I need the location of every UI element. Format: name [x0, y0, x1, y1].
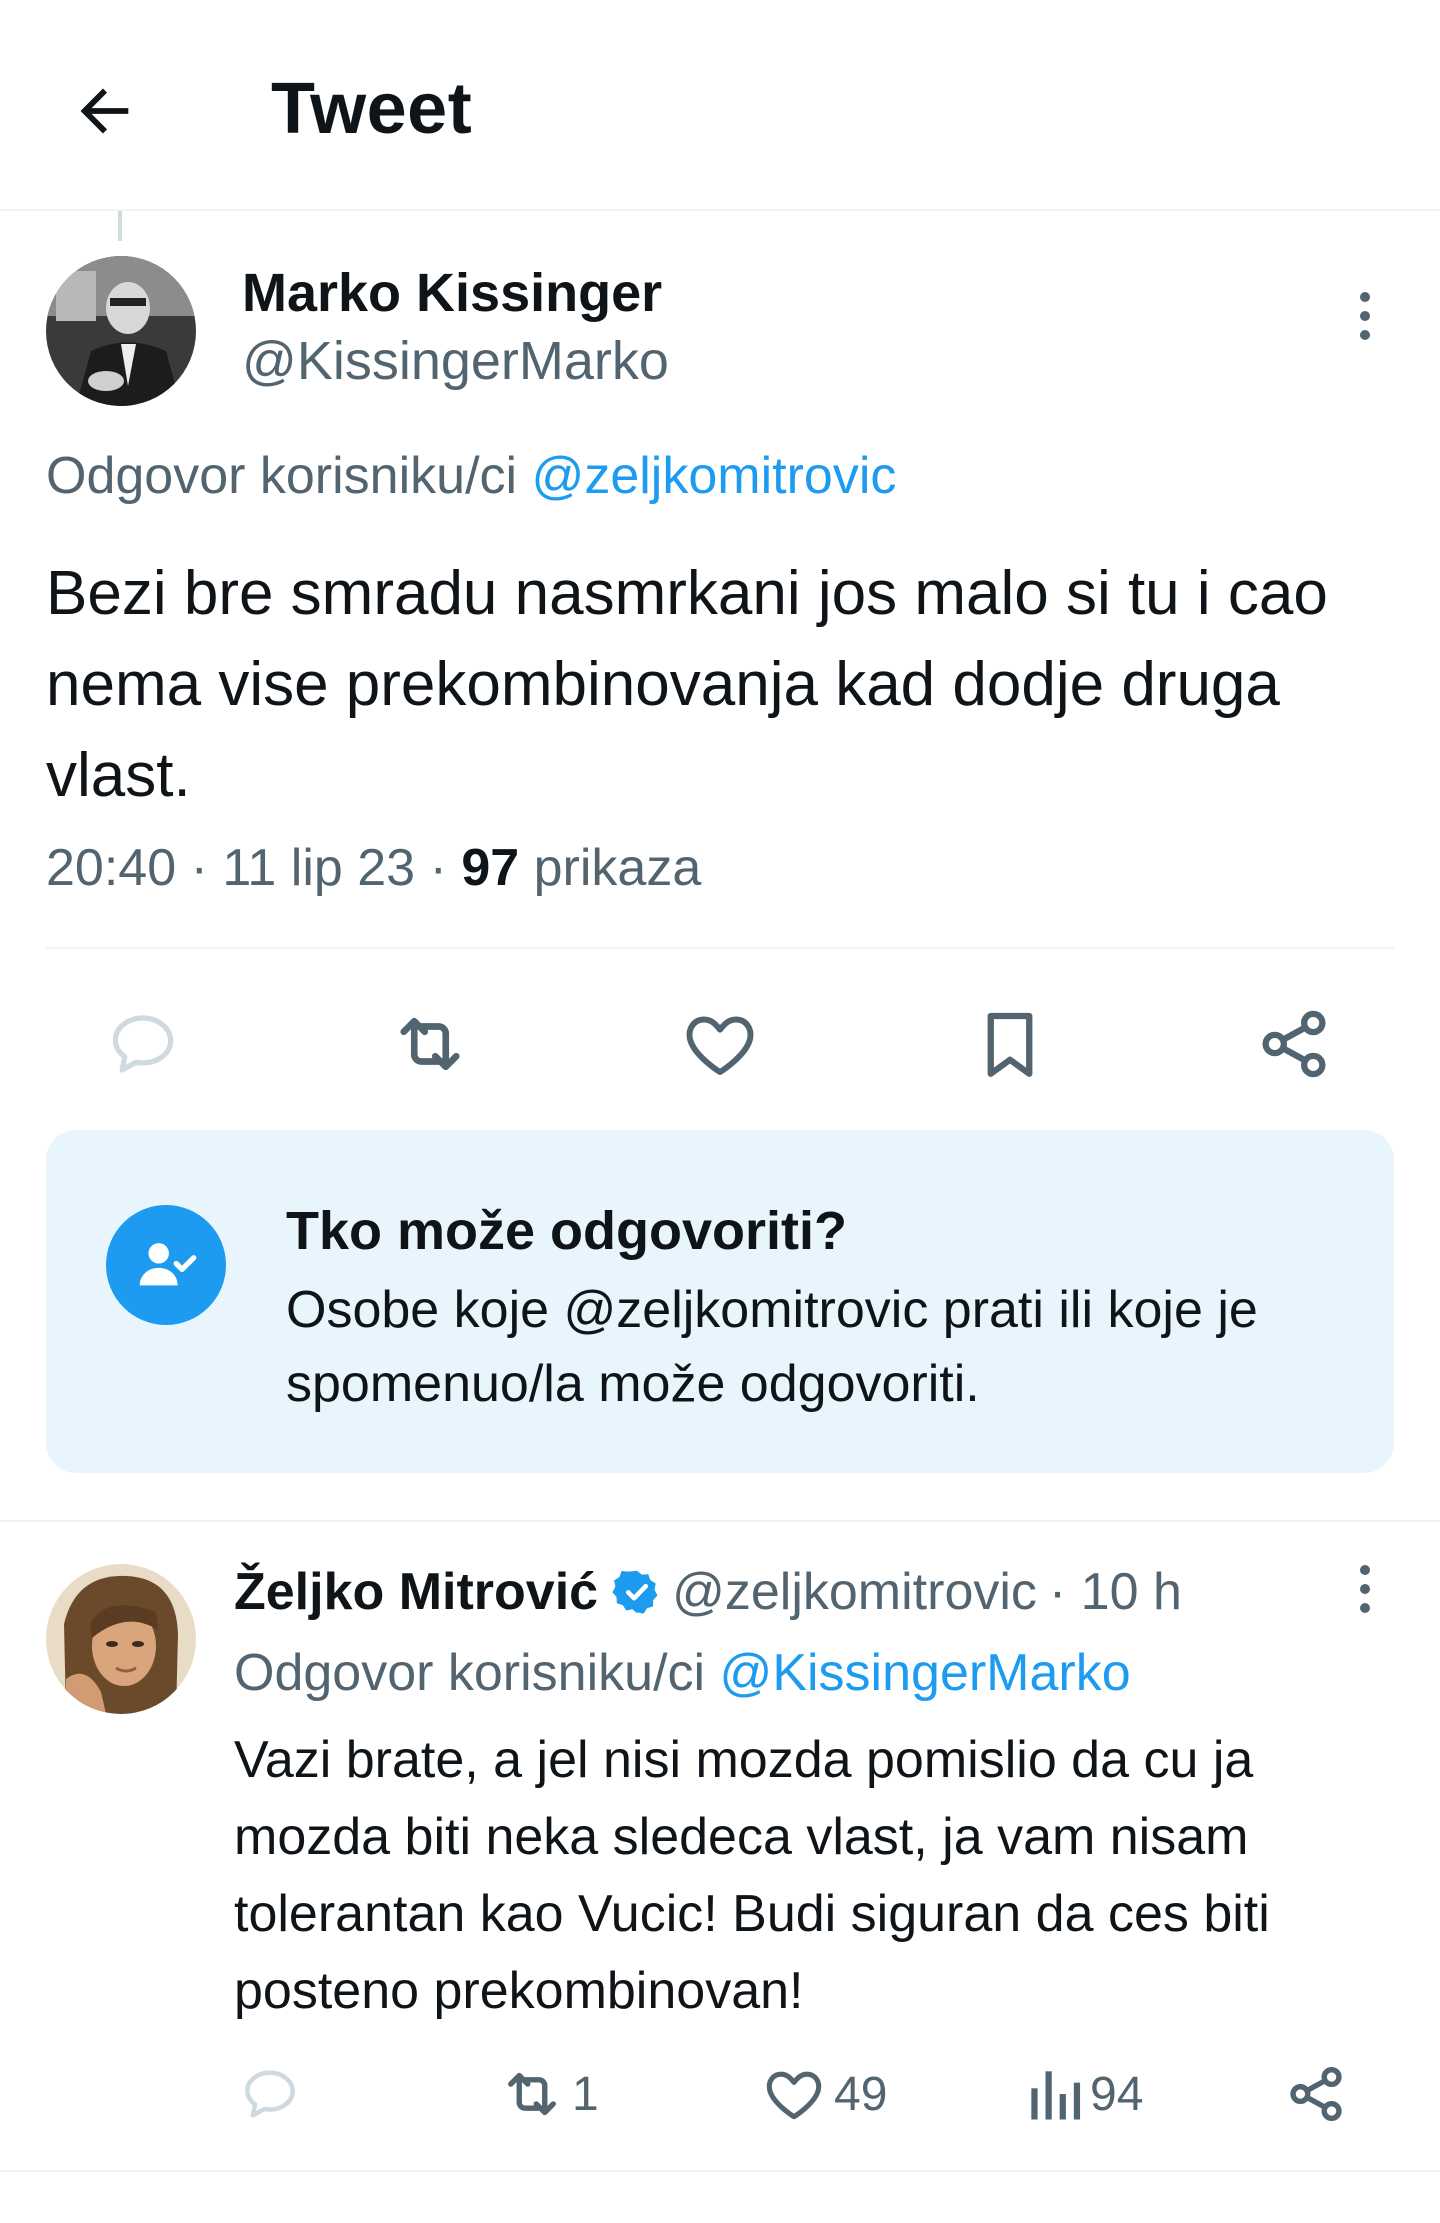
like-count: 49	[834, 2067, 888, 2121]
divider	[0, 2170, 1440, 2172]
avatar[interactable]	[46, 1564, 196, 1714]
divider	[46, 947, 1394, 949]
verified-badge-icon	[612, 1570, 658, 1614]
tweet-text: Bezi bre smradu nasmrkani jos malo si tu…	[46, 559, 1328, 810]
reply-context: Odgovor korisniku/ci @KissingerMarko	[234, 1643, 1131, 1703]
thread-line	[118, 211, 122, 241]
divider	[0, 1520, 1440, 1522]
back-button[interactable]	[60, 66, 150, 156]
retweet-count: 1	[572, 2067, 599, 2121]
more-dots-icon	[1360, 292, 1370, 302]
user-check-icon	[106, 1205, 226, 1325]
more-dots-icon	[1360, 1565, 1370, 1575]
author-handle[interactable]: @zeljkomitrovic	[672, 1562, 1037, 1622]
more-options-button[interactable]	[1345, 281, 1385, 351]
tweet-meta: 20:40 · 11 lip 23 · 97 prikaza	[46, 839, 702, 897]
like-icon	[686, 1016, 754, 1075]
reply-header: Željko Mitrović @zeljkomitrovic · 10 h	[234, 1562, 1182, 1622]
more-options-button[interactable]	[1345, 1554, 1385, 1624]
share-button[interactable]	[1252, 1002, 1336, 1086]
tweet-date[interactable]: 11 lip 23	[222, 839, 415, 897]
views-count: 94	[1090, 2067, 1144, 2121]
bookmark-button[interactable]	[968, 1002, 1052, 1086]
reply-prefix: Odgovor korisniku/ci	[46, 447, 518, 505]
retweet-icon	[400, 1017, 460, 1071]
author-handle[interactable]: @KissingerMarko	[242, 330, 669, 392]
reply-button[interactable]	[104, 1005, 182, 1083]
tweet-text: Vazi brate, a jel nisi mozda pomislio da…	[234, 1731, 1270, 2020]
like-icon	[766, 2071, 822, 2120]
share-icon	[1290, 2066, 1342, 2122]
like-button[interactable]	[678, 1002, 762, 1086]
who-can-reply-body: Osobe koje @zeljkomitrovic prati ili koj…	[286, 1281, 1258, 1413]
share-icon	[1262, 1010, 1326, 1078]
tweet-time[interactable]: 20:40	[46, 839, 176, 897]
reply-icon	[245, 2070, 295, 2118]
page-title: Tweet	[271, 69, 473, 149]
reply-handle-link[interactable]: @zeljkomitrovic	[532, 447, 897, 505]
bookmark-icon	[987, 1012, 1033, 1077]
views-button[interactable]: 94	[1024, 2060, 1143, 2128]
retweet-button[interactable]	[388, 1002, 472, 1086]
like-button[interactable]: 49	[760, 2060, 887, 2128]
reply-context: Odgovor korisniku/ci @zeljkomitrovic	[46, 446, 896, 506]
tweet-time-ago[interactable]: · 10 h	[1049, 1562, 1182, 1622]
reply-handle-link[interactable]: @KissingerMarko	[720, 1644, 1131, 1702]
avatar[interactable]	[46, 256, 196, 406]
analytics-icon	[1031, 2071, 1081, 2120]
arrow-left-icon	[80, 88, 129, 134]
reply-icon	[112, 1015, 174, 1073]
author-name[interactable]: Marko Kissinger	[242, 262, 662, 324]
retweet-button[interactable]: 1	[498, 2060, 599, 2128]
share-button[interactable]	[1282, 2060, 1350, 2128]
author-name[interactable]: Željko Mitrović	[234, 1562, 598, 1622]
views-label: prikaza	[533, 839, 702, 897]
top-bar: Tweet	[0, 0, 1440, 211]
who-can-reply-card: Tko može odgovoriti? Osobe koje @zeljkom…	[46, 1130, 1394, 1473]
reply-prefix: Odgovor korisniku/ci	[234, 1644, 706, 1702]
reply-button[interactable]	[238, 2062, 302, 2126]
who-can-reply-title: Tko može odgovoriti?	[286, 1201, 847, 1261]
retweet-icon	[508, 2072, 556, 2116]
views-count: 97	[461, 839, 520, 897]
